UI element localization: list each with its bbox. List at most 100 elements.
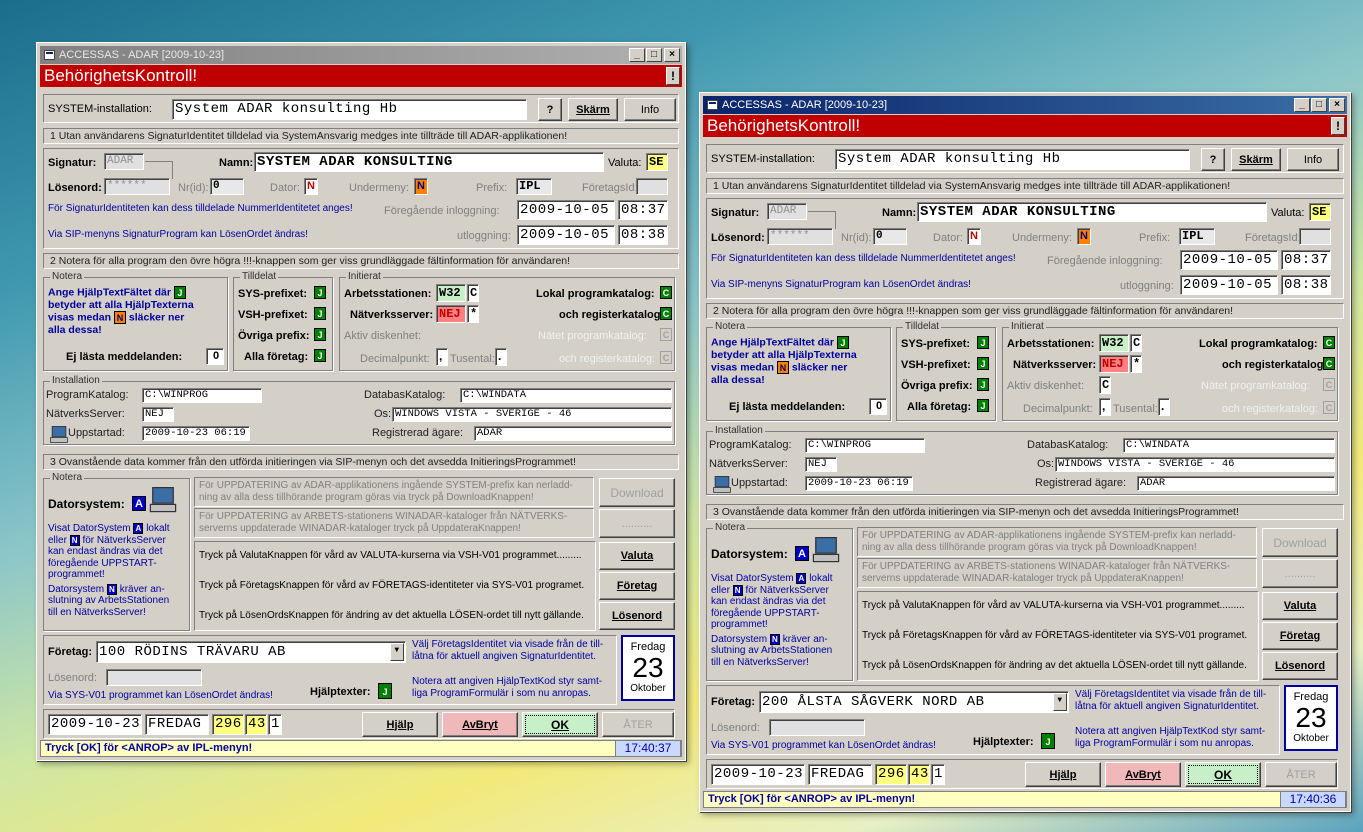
skarm-button[interactable]: Skärm (568, 98, 618, 121)
utlogg-date-field[interactable]: 2009-10-05 (517, 225, 615, 245)
decimalpunkt-field[interactable]: , (436, 348, 448, 366)
ovriga-prefix-check[interactable]: J (314, 328, 326, 341)
hjalp-button[interactable]: Hjälp (362, 712, 438, 737)
update-button[interactable]: .......... (1262, 559, 1338, 588)
nrid-field[interactable]: 0 (873, 228, 907, 245)
nrid-field[interactable]: 0 (210, 178, 244, 195)
inlogg-time-field[interactable]: 08:37 (618, 200, 668, 220)
namn-field[interactable]: SYSTEM ADAR KONSULTING (254, 152, 604, 172)
sys-prefixet-check[interactable]: J (314, 286, 326, 299)
och-register-check[interactable]: C (1323, 357, 1335, 370)
decimalpunkt-field[interactable]: , (1099, 398, 1111, 416)
natverksserver-field[interactable]: NEJ (1099, 355, 1129, 373)
prefix-field[interactable]: IPL (516, 178, 552, 195)
signatur-field[interactable]: ADAR (767, 203, 807, 220)
natet-prog-check[interactable]: C (660, 328, 672, 341)
tusental-field[interactable]: . (495, 348, 507, 366)
prefix-field[interactable]: IPL (1179, 228, 1215, 245)
inlogg-date-field[interactable]: 2009-10-05 (517, 200, 615, 220)
update-button[interactable]: .......... (599, 509, 675, 538)
hjalptexter-check[interactable]: J (378, 683, 392, 699)
losenord-field[interactable]: ****** (104, 178, 170, 195)
window-inactive[interactable]: ACCESSAS - ADAR [2009-10-23] _ □ × Behör… (36, 42, 686, 761)
lokal-prog-check[interactable]: C (660, 286, 672, 299)
alla-foretag-check[interactable]: J (977, 399, 989, 412)
close-icon[interactable]: × (1329, 98, 1345, 112)
foretag-button[interactable]: Företag (599, 572, 675, 600)
natverksserver-star[interactable]: * (1130, 355, 1142, 373)
download-button[interactable]: Download (1262, 528, 1338, 557)
chevron-down-icon[interactable]: ▼ (390, 643, 404, 661)
undermeny-field[interactable]: N (1077, 228, 1091, 245)
losenord-button[interactable]: Lösenord (599, 602, 675, 630)
ater-button[interactable]: ÅTER (1265, 762, 1337, 787)
losen2-field[interactable] (769, 719, 865, 736)
valuta-button[interactable]: Valuta (1262, 592, 1338, 620)
namn-field[interactable]: SYSTEM ADAR KONSULTING (917, 202, 1267, 222)
utlogg-date-field[interactable]: 2009-10-05 (1180, 275, 1278, 295)
foretagsid-field[interactable] (1299, 228, 1331, 245)
hjalptexter-check[interactable]: J (1041, 733, 1055, 749)
dator-field[interactable]: N (304, 178, 318, 195)
hjalp-button[interactable]: Hjälp (1025, 762, 1101, 787)
dator-field[interactable]: N (967, 228, 981, 245)
system-field[interactable]: System ADAR konsulting Hb (835, 149, 1190, 170)
aktiv-disk-field[interactable]: C (1099, 376, 1111, 394)
tusental-field[interactable]: . (1158, 398, 1170, 416)
minimize-icon[interactable]: _ (1294, 98, 1310, 112)
avbryt-button[interactable]: AvBryt (442, 712, 518, 737)
alla-foretag-check[interactable]: J (314, 349, 326, 362)
inlogg-date-field[interactable]: 2009-10-05 (1180, 250, 1278, 270)
foretag-select[interactable]: 200 ÅLSTA SÅGVERK NORD AB ▼ (759, 691, 1069, 713)
och-register2-check[interactable]: C (1323, 401, 1335, 414)
utlogg-time-field[interactable]: 08:38 (618, 225, 668, 245)
skarm-button[interactable]: Skärm (1231, 148, 1281, 171)
vsh-prefixet-check[interactable]: J (977, 357, 989, 370)
help-question-button[interactable]: ? (1201, 148, 1225, 171)
valuta-button[interactable]: Valuta (599, 542, 675, 570)
info-exclamation-button[interactable]: ! (1331, 117, 1345, 135)
arbetsstationen-field[interactable]: W32 (436, 284, 466, 302)
foretag-select[interactable]: 100 RÖDINS TRÄVARU AB ▼ (96, 641, 406, 663)
download-button[interactable]: Download (599, 478, 675, 507)
chevron-down-icon[interactable]: ▼ (1053, 693, 1067, 711)
losen2-field[interactable] (106, 669, 202, 686)
info-button[interactable]: Info (1287, 148, 1339, 171)
ok-button[interactable]: OK (1185, 762, 1261, 787)
och-register2-check[interactable]: C (660, 351, 672, 364)
maximize-icon[interactable]: □ (1311, 98, 1327, 112)
system-field[interactable]: System ADAR konsulting Hb (172, 99, 527, 120)
valuta-field[interactable]: SE (646, 153, 668, 171)
natet-prog-check[interactable]: C (1323, 378, 1335, 391)
minimize-icon[interactable]: _ (629, 48, 645, 62)
info-exclamation-button[interactable]: ! (666, 67, 680, 85)
undermeny-field[interactable]: N (414, 178, 428, 195)
title-bar[interactable]: ACCESSAS - ADAR [2009-10-23] _ □ × (40, 46, 682, 64)
help-question-button[interactable]: ? (538, 98, 562, 121)
foretag-button[interactable]: Företag (1262, 622, 1338, 650)
window-active[interactable]: ACCESSAS - ADAR [2009-10-23] _ □ × Behör… (699, 92, 1351, 812)
ovriga-prefix-check[interactable]: J (977, 378, 989, 391)
natverksserver-field[interactable]: NEJ (436, 305, 466, 323)
arbetsstationen-field[interactable]: W32 (1099, 334, 1129, 352)
losenord-field[interactable]: ****** (767, 228, 833, 245)
ater-button[interactable]: ÅTER (602, 712, 674, 737)
losenord-button[interactable]: Lösenord (1262, 652, 1338, 680)
natverksserver-star[interactable]: * (467, 305, 479, 323)
arbetsstationen-drive[interactable]: C (1130, 334, 1142, 352)
foretagsid-field[interactable] (636, 178, 668, 195)
inlogg-time-field[interactable]: 08:37 (1281, 250, 1331, 270)
maximize-icon[interactable]: □ (646, 48, 662, 62)
valuta-field[interactable]: SE (1309, 203, 1331, 221)
close-icon[interactable]: × (664, 48, 680, 62)
ok-button[interactable]: OK (522, 712, 598, 737)
avbryt-button[interactable]: AvBryt (1105, 762, 1181, 787)
arbetsstationen-drive[interactable]: C (467, 284, 479, 302)
sys-prefixet-check[interactable]: J (977, 336, 989, 349)
och-register-check[interactable]: C (660, 307, 672, 320)
signatur-field[interactable]: ADAR (104, 153, 144, 170)
info-button[interactable]: Info (624, 98, 676, 121)
vsh-prefixet-check[interactable]: J (314, 307, 326, 320)
utlogg-time-field[interactable]: 08:38 (1281, 275, 1331, 295)
title-bar[interactable]: ACCESSAS - ADAR [2009-10-23] _ □ × (703, 96, 1347, 114)
